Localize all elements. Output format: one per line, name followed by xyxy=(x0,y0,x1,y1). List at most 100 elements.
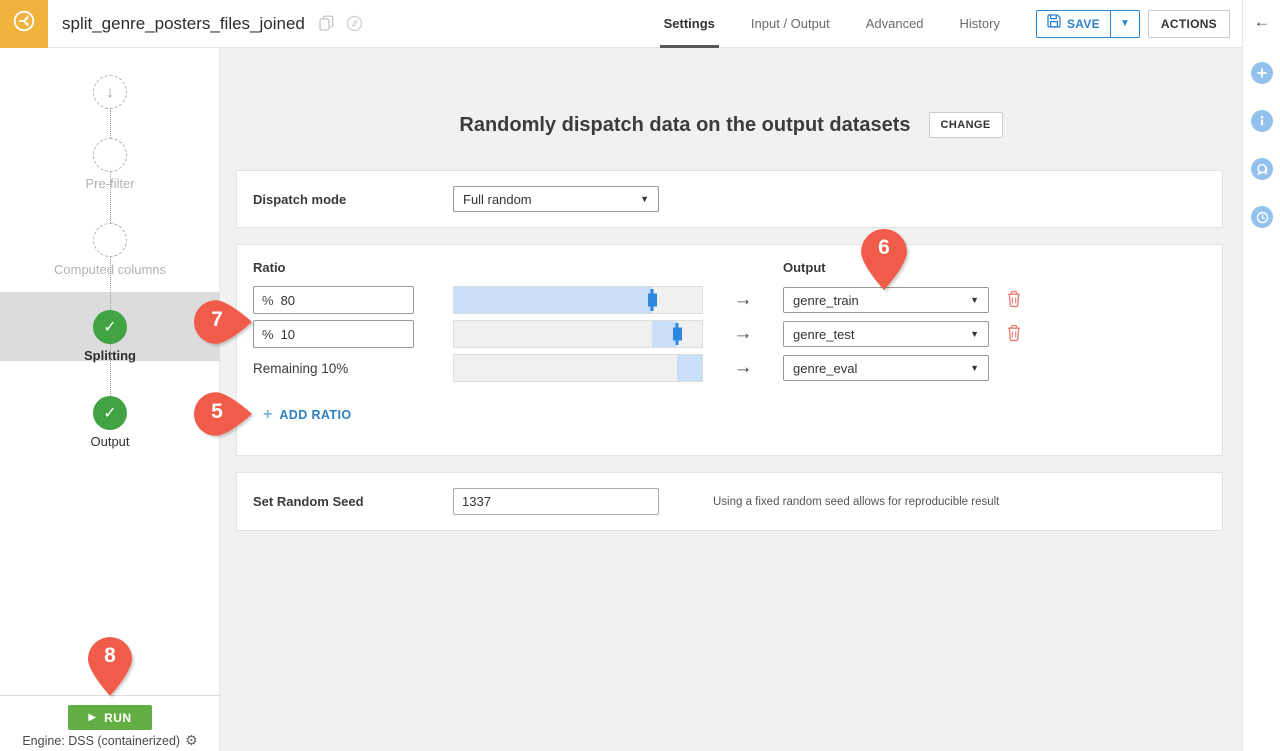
ratio-percent-input-1[interactable]: % xyxy=(253,286,414,314)
slider-handle[interactable] xyxy=(676,323,679,345)
save-dropdown-button[interactable]: ▼ xyxy=(1110,11,1139,37)
output-dataset-select-2[interactable]: genre_test ▼ xyxy=(783,321,989,347)
output-dataset-select-3[interactable]: genre_eval ▼ xyxy=(783,355,989,381)
chevron-down-icon: ▼ xyxy=(1120,18,1130,29)
output-dataset-value: genre_eval xyxy=(793,361,970,376)
marker-number: 5 xyxy=(197,400,237,424)
dispatch-mode-panel: Dispatch mode Full random ▼ xyxy=(236,170,1223,228)
ratio-value-input-2[interactable] xyxy=(281,327,405,342)
play-icon: ▶ xyxy=(88,712,96,723)
save-button[interactable]: SAVE xyxy=(1037,11,1110,37)
delete-ratio-button[interactable] xyxy=(1006,290,1029,311)
split-icon xyxy=(11,8,37,39)
chevron-down-icon: ▼ xyxy=(640,194,649,204)
ratio-slider-2[interactable] xyxy=(453,320,703,348)
ratio-row: % → genre_test ▼ xyxy=(253,320,1206,348)
chevron-down-icon: ▼ xyxy=(970,329,979,339)
random-seed-help-text: Using a fixed random seed allows for rep… xyxy=(713,496,1029,508)
clock-icon xyxy=(1256,211,1269,224)
tab-history[interactable]: History xyxy=(960,0,1000,48)
step-output-label[interactable]: Output xyxy=(0,434,220,449)
step-connector xyxy=(110,257,111,310)
slider-handle[interactable] xyxy=(651,289,654,311)
step-input-circle[interactable]: ↓ xyxy=(93,75,127,109)
add-button[interactable] xyxy=(1251,62,1273,84)
random-seed-panel: Set Random Seed Using a fixed random see… xyxy=(236,472,1223,531)
slider-fill xyxy=(677,355,702,381)
step-connector xyxy=(110,172,111,223)
chevron-down-icon: ▼ xyxy=(970,363,979,373)
tutorial-marker-8: 8 xyxy=(88,637,132,696)
tab-input-output[interactable]: Input / Output xyxy=(751,0,830,48)
recipe-title: split_genre_posters_files_joined xyxy=(62,14,305,34)
engine-label: Engine: DSS (containerized) xyxy=(22,734,180,748)
add-ratio-label: ADD RATIO xyxy=(279,408,351,422)
percent-prefix: % xyxy=(262,327,274,342)
collapse-panel-icon[interactable]: ← xyxy=(1243,12,1280,32)
page-title: Randomly dispatch data on the output dat… xyxy=(459,114,910,137)
remaining-ratio-label: Remaining 10% xyxy=(253,361,453,376)
add-ratio-button[interactable]: + ADD RATIO xyxy=(263,406,1206,424)
split-recipe-logo xyxy=(0,0,48,48)
timeline-button[interactable] xyxy=(1251,206,1273,228)
plus-icon xyxy=(1256,67,1268,79)
step-connector xyxy=(110,110,111,138)
trash-icon xyxy=(1006,324,1022,345)
marker-number: 6 xyxy=(861,236,907,260)
tab-advanced[interactable]: Advanced xyxy=(866,0,924,48)
plus-icon: + xyxy=(263,406,272,424)
arrow-down-icon: ↓ xyxy=(106,84,114,101)
settings-pane: Randomly dispatch data on the output dat… xyxy=(220,48,1242,751)
check-icon: ✓ xyxy=(103,403,116,423)
ratio-value-input-1[interactable] xyxy=(281,293,405,308)
step-prefilter-circle[interactable] xyxy=(93,138,127,172)
change-button[interactable]: CHANGE xyxy=(929,112,1003,138)
header-tabs: Settings Input / Output Advanced History xyxy=(664,0,1036,48)
save-label: SAVE xyxy=(1067,17,1100,31)
ratio-slider-remaining xyxy=(453,354,703,382)
step-computed-columns-circle[interactable] xyxy=(93,223,127,257)
output-dataset-value: genre_test xyxy=(793,327,970,342)
percent-prefix: % xyxy=(262,293,274,308)
tab-history-label: History xyxy=(960,16,1000,31)
check-icon: ✓ xyxy=(103,317,116,337)
discussions-button[interactable] xyxy=(1251,158,1273,180)
dispatch-mode-select[interactable]: Full random ▼ xyxy=(453,186,659,212)
ratio-percent-input-2[interactable]: % xyxy=(253,320,414,348)
maps-to-arrow-icon: → xyxy=(703,289,783,311)
tutorial-marker-6: 6 xyxy=(861,229,907,290)
output-dataset-select-1[interactable]: genre_train ▼ xyxy=(783,287,989,313)
ratio-column-header: Ratio xyxy=(253,260,453,275)
random-seed-input[interactable] xyxy=(453,488,659,515)
tab-settings-label: Settings xyxy=(664,16,715,31)
navigate-icon[interactable] xyxy=(346,15,363,32)
dispatch-mode-value: Full random xyxy=(463,192,640,207)
tutorial-marker-7: 7 xyxy=(194,299,252,345)
slider-fill xyxy=(454,287,652,313)
tutorial-marker-5: 5 xyxy=(194,391,252,437)
ratio-slider-1[interactable] xyxy=(453,286,703,314)
run-button[interactable]: ▶ RUN xyxy=(68,705,152,730)
chat-icon xyxy=(1256,163,1269,176)
info-button[interactable] xyxy=(1251,110,1273,132)
step-output-circle[interactable]: ✓ xyxy=(93,396,127,430)
step-connector xyxy=(110,344,111,396)
save-split-button: SAVE ▼ xyxy=(1036,10,1140,38)
marker-number: 8 xyxy=(88,644,132,668)
copy-icon[interactable] xyxy=(319,15,334,32)
chevron-down-icon: ▼ xyxy=(970,295,979,305)
tab-advanced-label: Advanced xyxy=(866,16,924,31)
engine-settings-gear-icon[interactable]: ⚙ xyxy=(185,732,198,749)
delete-ratio-button[interactable] xyxy=(1006,324,1029,345)
trash-icon xyxy=(1006,290,1022,311)
output-dataset-value: genre_train xyxy=(793,293,970,308)
actions-button[interactable]: ACTIONS xyxy=(1148,10,1230,38)
info-icon xyxy=(1256,115,1268,127)
right-rail: ← xyxy=(1242,0,1280,751)
ratio-row: % → genre_train ▼ xyxy=(253,286,1206,314)
tab-settings[interactable]: Settings xyxy=(664,0,715,48)
maps-to-arrow-icon: → xyxy=(703,357,783,379)
step-splitting-circle[interactable]: ✓ xyxy=(93,310,127,344)
tab-input-output-label: Input / Output xyxy=(751,16,830,31)
ratio-row-remaining: Remaining 10% → genre_eval ▼ xyxy=(253,354,1206,382)
